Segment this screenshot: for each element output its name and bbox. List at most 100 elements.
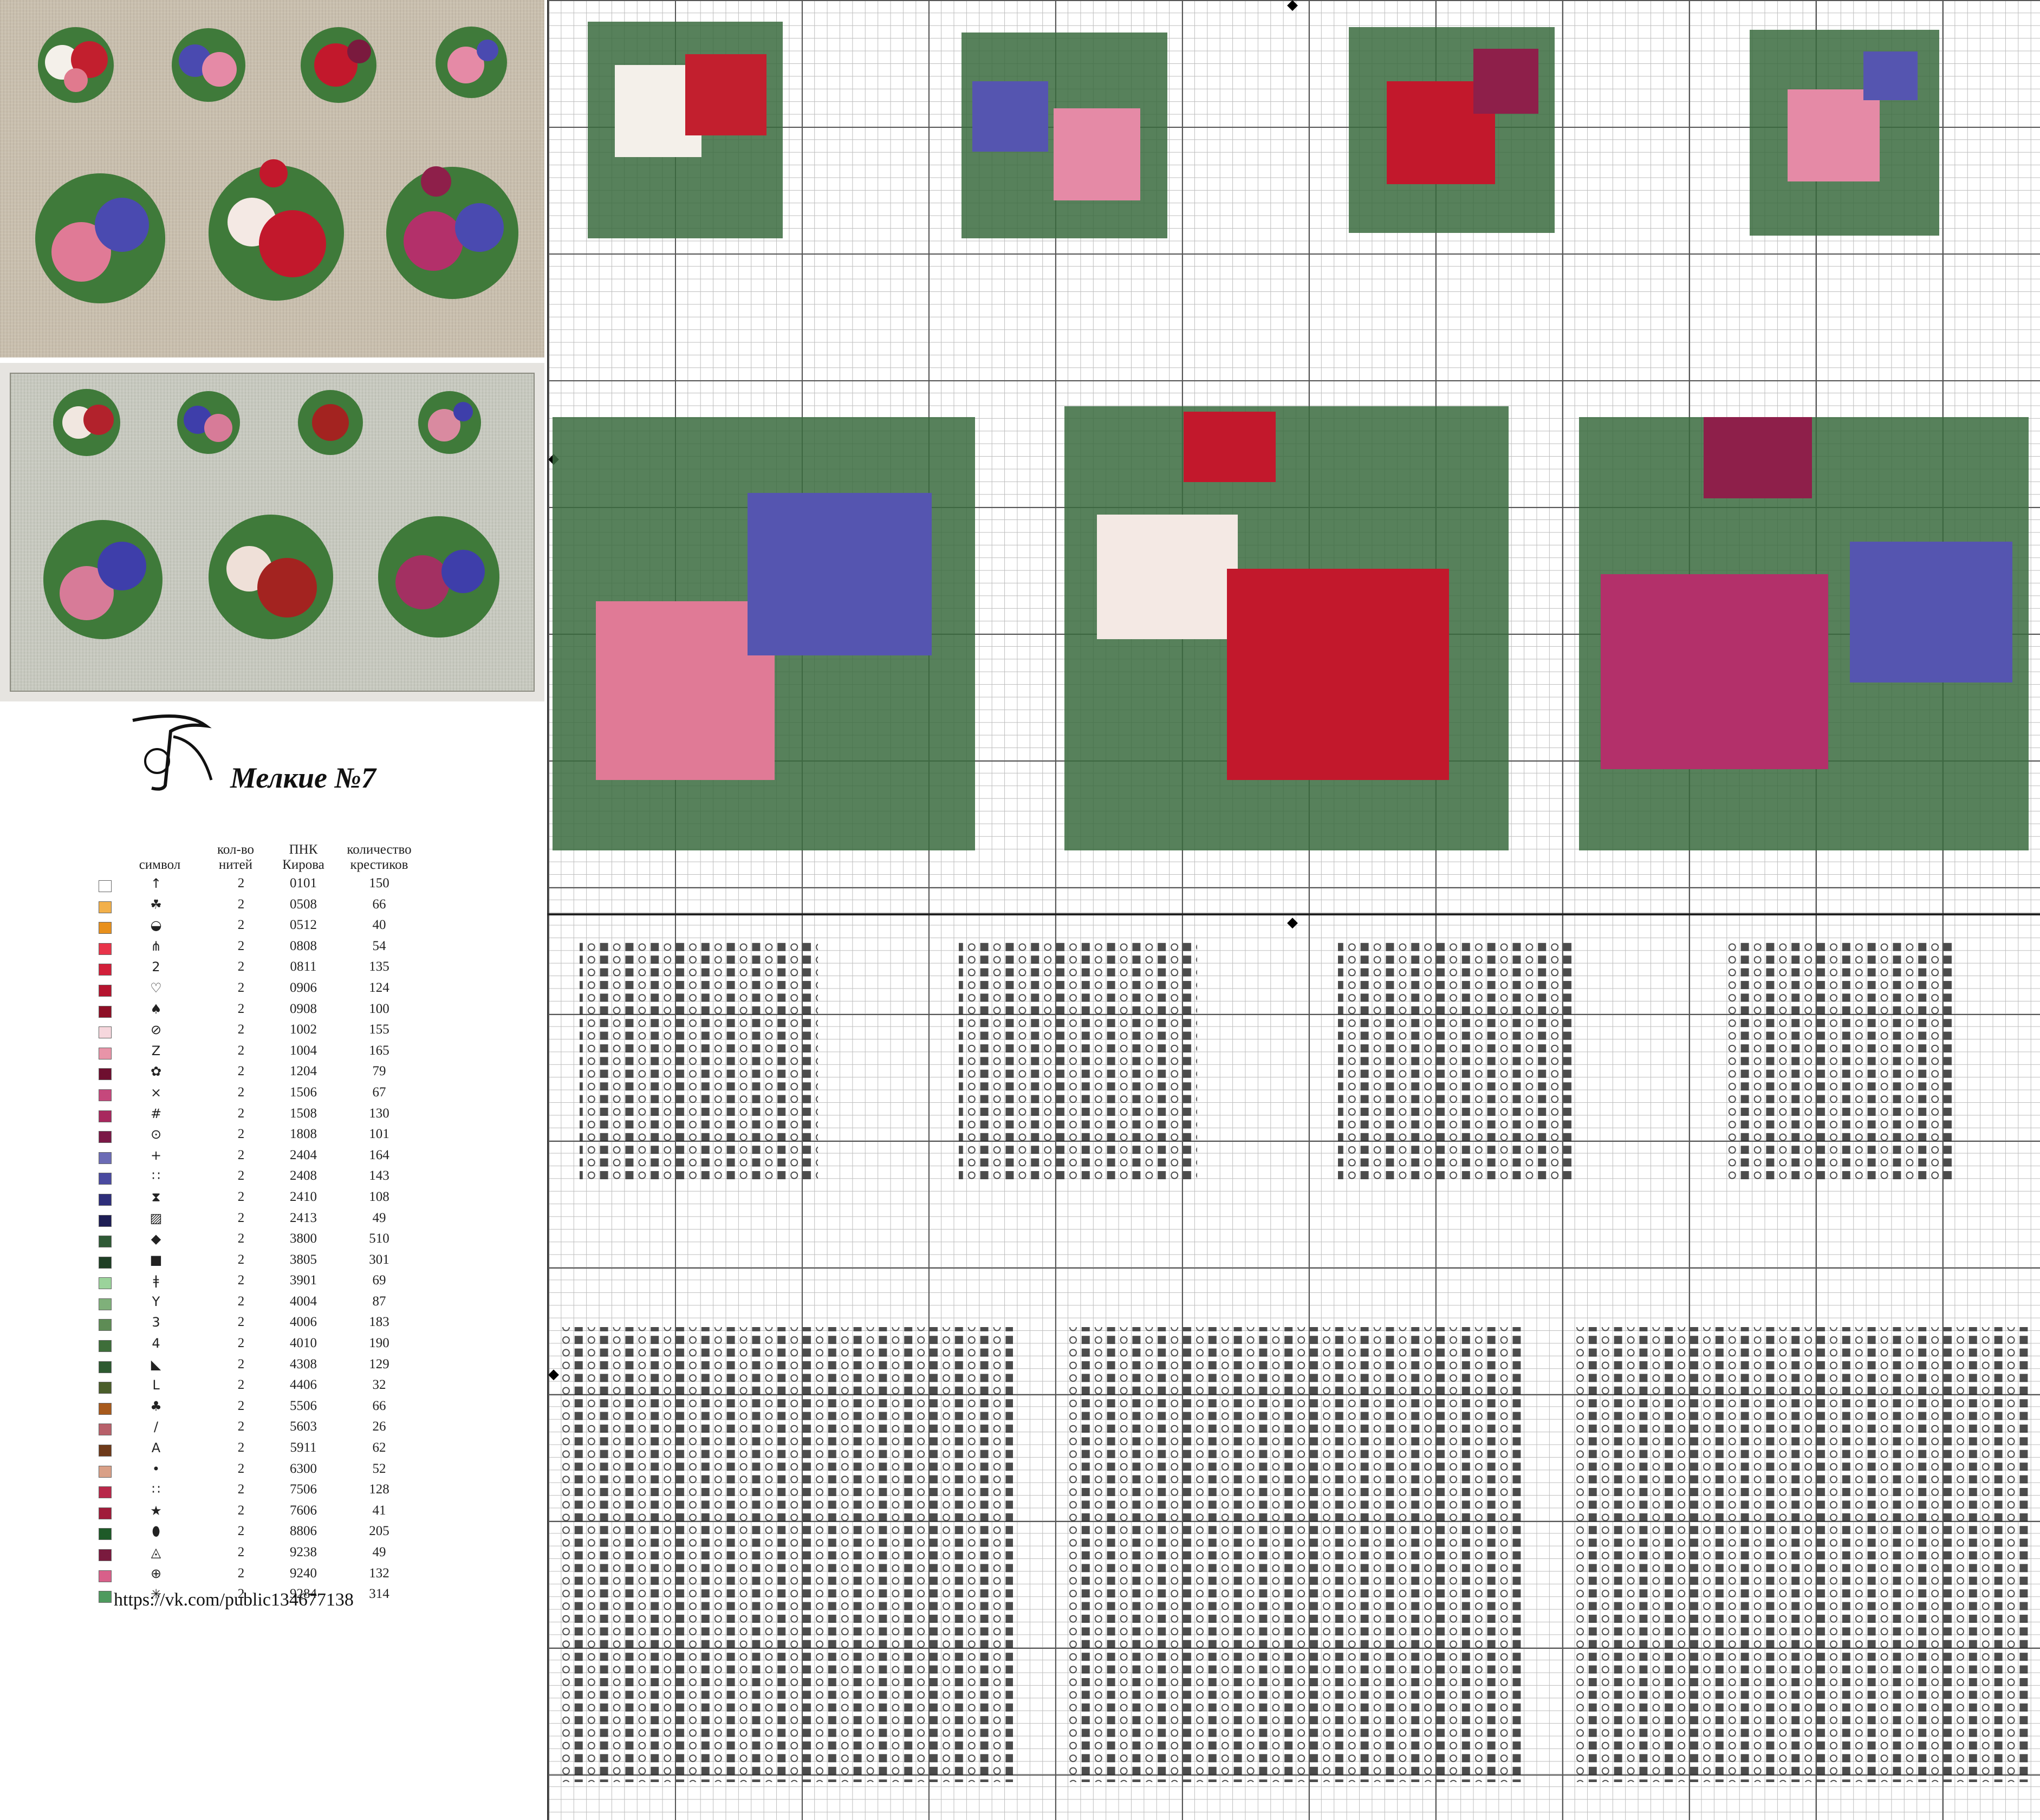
legend-threads: 2 bbox=[237, 1545, 245, 1559]
legend-code: 5603 bbox=[290, 1419, 317, 1434]
legend-threads: 2 bbox=[237, 1168, 245, 1184]
legend-symbol: ◬ bbox=[151, 1545, 161, 1560]
legend-count: 510 bbox=[369, 1231, 389, 1246]
legend-code: 9238 bbox=[290, 1545, 317, 1559]
legend-count: 62 bbox=[372, 1440, 386, 1455]
legend-symbol: • bbox=[152, 1461, 160, 1477]
legend-row: ⬮ 2 8806 205 bbox=[95, 1523, 441, 1544]
legend-code: 0808 bbox=[290, 938, 317, 953]
legend-count: 79 bbox=[372, 1064, 386, 1079]
legend-count: 49 bbox=[372, 1210, 386, 1225]
color-swatch bbox=[99, 1528, 112, 1540]
legend-symbol: ◆ bbox=[151, 1231, 161, 1247]
legend-count: 67 bbox=[372, 1084, 386, 1100]
color-swatch bbox=[99, 1319, 112, 1331]
color-swatch bbox=[99, 1277, 112, 1290]
legend-symbol: Z bbox=[151, 1043, 161, 1058]
legend-code: 3901 bbox=[290, 1273, 317, 1288]
header-symbol: символ bbox=[139, 857, 181, 872]
legend-code: 4006 bbox=[290, 1315, 317, 1330]
legend-count: 135 bbox=[369, 959, 389, 974]
legend-code: 2413 bbox=[290, 1210, 317, 1225]
legend-code: 0101 bbox=[290, 876, 317, 890]
legend-symbol: ■ bbox=[150, 1252, 163, 1268]
source-link[interactable]: https://vk.com/public134677138 bbox=[114, 1590, 354, 1610]
color-swatch bbox=[99, 880, 112, 892]
legend-code: 4406 bbox=[290, 1377, 317, 1393]
legend-row: ◒ 2 0512 40 bbox=[95, 916, 441, 938]
legend-count: 54 bbox=[372, 938, 386, 953]
symbol-chart-motifs bbox=[558, 942, 2031, 1782]
pattern-title: Мелкие №7 bbox=[230, 762, 376, 794]
legend-threads: 2 bbox=[237, 1127, 245, 1142]
legend-symbol: ↑ bbox=[150, 876, 162, 891]
legend-symbol: ☘ bbox=[150, 896, 162, 912]
legend-symbol: ◒ bbox=[150, 918, 162, 933]
legend-count: 165 bbox=[369, 1043, 389, 1058]
legend-count: 49 bbox=[372, 1545, 386, 1559]
legend-count: 190 bbox=[369, 1336, 389, 1351]
color-swatch bbox=[99, 1402, 112, 1415]
legend-symbol: Y bbox=[152, 1294, 160, 1309]
legend-row: ♣ 2 5506 66 bbox=[95, 1398, 441, 1419]
legend-symbol: 2 bbox=[152, 959, 160, 975]
embroidery-photo bbox=[0, 0, 544, 358]
color-swatch bbox=[99, 1424, 112, 1436]
legend-row: ♡ 2 0906 124 bbox=[95, 979, 441, 1000]
legend-threads: 2 bbox=[237, 1315, 245, 1330]
legend-symbol: A bbox=[151, 1440, 161, 1456]
legend-code: 0508 bbox=[290, 896, 317, 912]
legend-count: 69 bbox=[372, 1273, 386, 1288]
legend-row: ∕ 2 5603 26 bbox=[95, 1418, 441, 1439]
legend-code: 2408 bbox=[290, 1168, 317, 1184]
legend-threads: 2 bbox=[237, 1252, 245, 1267]
legend-code: 0512 bbox=[290, 918, 317, 933]
legend-row: L 2 4406 32 bbox=[95, 1376, 441, 1398]
legend-code: 1204 bbox=[290, 1064, 317, 1079]
legend-row: ⨯ 2 1506 67 bbox=[95, 1084, 441, 1105]
legend-threads: 2 bbox=[237, 1106, 245, 1121]
color-swatch bbox=[99, 901, 112, 913]
legend-threads: 2 bbox=[237, 1294, 245, 1309]
legend-symbol: ⋔ bbox=[150, 938, 162, 954]
left-column: Мелкие №7 символ кол-во нитей ПНК Кирова… bbox=[0, 0, 544, 1820]
color-swatch bbox=[99, 1445, 112, 1457]
legend-code: 5506 bbox=[290, 1398, 317, 1413]
legend-symbol: ∕ bbox=[153, 1419, 159, 1435]
legend-threads: 2 bbox=[237, 938, 245, 953]
legend-row: ☘ 2 0508 66 bbox=[95, 896, 441, 917]
legend-count: 41 bbox=[372, 1503, 386, 1518]
color-swatch bbox=[99, 1361, 112, 1373]
legend-row: ∷ 2 2408 143 bbox=[95, 1167, 441, 1188]
legend-count: 143 bbox=[369, 1168, 389, 1184]
legend-row: Y 2 4004 87 bbox=[95, 1293, 441, 1314]
legend-count: 150 bbox=[369, 876, 389, 890]
color-chart-motifs bbox=[553, 22, 2029, 850]
legend-count: 101 bbox=[369, 1127, 389, 1142]
color-swatch bbox=[99, 1507, 112, 1519]
color-swatch bbox=[99, 1382, 112, 1394]
legend-count: 164 bbox=[369, 1147, 389, 1162]
legend-row: A 2 5911 62 bbox=[95, 1439, 441, 1460]
legend-count: 87 bbox=[372, 1294, 386, 1309]
legend-symbol: 3 bbox=[152, 1315, 160, 1330]
legend-threads: 2 bbox=[237, 876, 245, 890]
legend-code: 6300 bbox=[290, 1461, 317, 1476]
legend-code: 1808 bbox=[290, 1127, 317, 1142]
legend-threads: 2 bbox=[237, 1043, 245, 1058]
embroidery-bouquets bbox=[35, 27, 518, 303]
legend-symbol: L bbox=[152, 1377, 160, 1393]
legend-count: 301 bbox=[369, 1252, 389, 1267]
legend-row: ⋔ 2 0808 54 bbox=[95, 938, 441, 959]
color-swatch bbox=[99, 1591, 112, 1603]
legend-threads: 2 bbox=[237, 1482, 245, 1497]
legend-threads: 2 bbox=[237, 1064, 245, 1079]
legend-code: 4004 bbox=[290, 1294, 317, 1309]
legend-row: ⊕ 2 9240 132 bbox=[95, 1565, 441, 1586]
legend-count: 26 bbox=[372, 1419, 386, 1434]
legend-row: Z 2 1004 165 bbox=[95, 1042, 441, 1063]
legend-row: ★ 2 7606 41 bbox=[95, 1502, 441, 1523]
legend-code: 1506 bbox=[290, 1084, 317, 1100]
legend-row: ▨ 2 2413 49 bbox=[95, 1210, 441, 1231]
legend-row: ◆ 2 3800 510 bbox=[95, 1230, 441, 1251]
